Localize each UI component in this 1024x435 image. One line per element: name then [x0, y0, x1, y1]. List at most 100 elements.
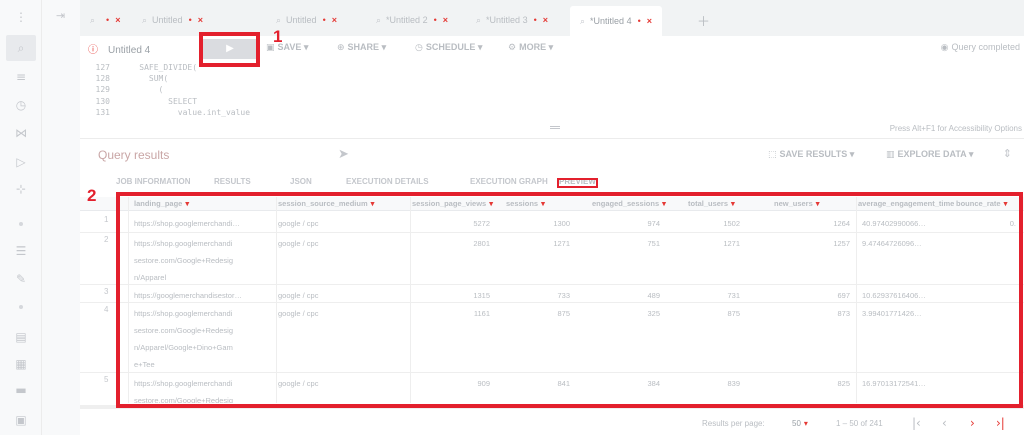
editor-tab-strip: ⌕ • × ⌕ Untitled • × ⌕ Untitled • × ⌕ *Untitled 2… — [80, 0, 1024, 36]
line-number: 127 — [95, 63, 110, 72]
share-label: SHARE — [347, 42, 380, 52]
close-icon[interactable]: × — [543, 15, 548, 25]
tab-icon: ⌕ — [580, 17, 586, 27]
settings-icon[interactable]: ✎ — [14, 272, 28, 286]
tab-dot-icon: • — [637, 16, 641, 26]
rail-divider-dot — [19, 305, 23, 309]
tab-label: Untitled — [286, 15, 317, 25]
graph-icon[interactable]: ⊹ — [14, 182, 28, 196]
save-icon: ⬚ — [768, 150, 777, 160]
search-icon[interactable]: ⌕ — [6, 35, 36, 61]
rail-divider-dot — [19, 222, 23, 226]
tab-icon: ⌕ — [90, 16, 96, 26]
next-page-icon[interactable]: › — [970, 416, 975, 430]
results-tabs: JOB INFORMATION RESULTS JSON EXECUTION D… — [80, 177, 1024, 191]
check-circle-icon: ◉ — [940, 43, 949, 53]
list-icon[interactable]: ☰ — [14, 244, 28, 258]
left-nav-rail: ⋮ ⌕ ≡ ◷ ⋈ ▷ ⊹ ☰ ✎ ▤ ▦ ▬ ▣ — [0, 0, 42, 435]
share-icon[interactable]: ⋈ — [14, 126, 28, 140]
per-page-select[interactable]: 50 ▾ — [792, 419, 808, 428]
tab-results[interactable]: RESULTS — [214, 177, 251, 186]
line-number: 128 — [95, 74, 110, 83]
tab-5[interactable]: ⌕ *Untitled 4 • × — [570, 6, 662, 36]
chart-icon[interactable]: ▤ — [14, 330, 28, 344]
storage-icon[interactable]: ▬ — [14, 383, 28, 397]
close-icon[interactable]: × — [115, 15, 120, 25]
code-line: ( — [120, 85, 164, 94]
code-line: SELECT — [120, 97, 198, 106]
tab-4[interactable]: ⌕ *Untitled 3 • × — [476, 8, 548, 32]
expand-icon[interactable]: ⇕ — [1003, 147, 1012, 160]
tab-0[interactable]: ⌕ • × — [90, 8, 120, 32]
explore-data-label: EXPLORE DATA — [897, 149, 967, 159]
tab-2[interactable]: ⌕ Untitled • × — [276, 8, 337, 32]
explore-data-button[interactable]: ▥ EXPLORE DATA ▾ — [886, 149, 973, 160]
tab-label: *Untitled 4 — [590, 16, 632, 26]
tab-dot-icon: • — [106, 15, 110, 25]
explorer-collapsed: ⇥ — [42, 0, 80, 435]
query-title: ⓘ Untitled 4 — [88, 41, 150, 56]
code-line: SAFE_DIVIDE( — [120, 63, 198, 72]
tab-execution-details[interactable]: EXECUTION DETAILS — [346, 177, 429, 186]
tab-execution-graph[interactable]: EXECUTION GRAPH — [470, 177, 548, 186]
query-status: ◉ Query completed — [941, 42, 1020, 53]
save-results-label: SAVE RESULTS — [779, 149, 848, 159]
tab-dot-icon: • — [433, 15, 437, 25]
resize-handle[interactable] — [550, 126, 560, 129]
pagination: Results per page: 50 ▾ 1 – 50 of 241 |‹ ‹… — [80, 416, 1024, 435]
line-number: 129 — [95, 85, 110, 94]
tab-json[interactable]: JSON — [290, 177, 312, 186]
history-icon[interactable]: ◷ — [14, 98, 28, 112]
line-number: 131 — [95, 108, 110, 117]
annotation-label-2: 2 — [87, 186, 97, 205]
close-icon[interactable]: × — [198, 15, 203, 25]
lines-icon[interactable]: ≡ — [14, 70, 28, 84]
tab-icon: ⌕ — [142, 16, 148, 26]
save-results-button[interactable]: ⬚ SAVE RESULTS ▾ — [768, 149, 854, 160]
annotation-box-table — [116, 192, 1023, 408]
close-icon[interactable]: × — [332, 15, 337, 25]
chart-icon: ▥ — [886, 150, 895, 160]
mouse-cursor-icon: ➤ — [338, 147, 349, 162]
schedule-button[interactable]: ◷ SCHEDULE ▾ — [415, 42, 482, 53]
info-icon: ⓘ — [88, 45, 98, 56]
pipeline-icon[interactable]: ▷ — [14, 155, 28, 169]
annotation-label-1: 1 — [273, 27, 283, 46]
results-title: Query results — [98, 148, 170, 162]
sql-editor[interactable]: 127 SAFE_DIVIDE( 128 SUM( 129 ( 130 SELE… — [80, 62, 1024, 134]
bigquery-console: ⋮ ⌕ ≡ ◷ ⋈ ▷ ⊹ ☰ ✎ ▤ ▦ ▬ ▣ ⇥ ⌕ • × ⌕ Untitle… — [0, 0, 1024, 435]
share-button[interactable]: ⊕ SHARE ▾ — [337, 42, 386, 53]
lock-icon[interactable]: ▣ — [14, 413, 28, 427]
new-tab-icon[interactable]: ＋ — [697, 11, 710, 30]
annotation-box-run — [199, 32, 260, 67]
menu-icon[interactable]: ⋮ — [14, 10, 28, 24]
annotation-box-preview-tab — [557, 178, 598, 188]
tab-label: *Untitled 2 — [386, 15, 428, 25]
expand-panel-icon[interactable]: ⇥ — [56, 9, 65, 22]
clock-icon: ◷ — [415, 43, 423, 53]
tab-icon: ⌕ — [276, 16, 282, 26]
more-button[interactable]: ⚙ MORE ▾ — [508, 42, 553, 53]
query-status-text: Query completed — [951, 42, 1020, 52]
more-label: MORE — [519, 42, 547, 52]
code-line: value.int_value — [120, 108, 251, 117]
line-number: 130 — [95, 97, 110, 106]
tab-dot-icon: • — [188, 15, 192, 25]
tab-label: *Untitled 3 — [486, 15, 528, 25]
tab-label: Untitled — [152, 15, 183, 25]
person-add-icon: ⊕ — [337, 43, 345, 53]
prev-page-icon[interactable]: ‹ — [942, 416, 947, 430]
accessibility-hint: Press Alt+F1 for Accessibility Options — [889, 124, 1022, 133]
chevron-down-icon: ▾ — [803, 419, 808, 428]
tab-job-information[interactable]: JOB INFORMATION — [116, 177, 191, 186]
close-icon[interactable]: × — [443, 15, 448, 25]
close-icon[interactable]: × — [647, 16, 652, 26]
first-page-icon[interactable]: |‹ — [912, 416, 921, 430]
last-page-icon[interactable]: ›| — [996, 416, 1005, 430]
page-range: 1 – 50 of 241 — [836, 419, 883, 428]
tab-icon: ⌕ — [376, 16, 382, 26]
tab-3[interactable]: ⌕ *Untitled 2 • × — [376, 8, 448, 32]
table-icon[interactable]: ▦ — [14, 357, 28, 371]
tab-1[interactable]: ⌕ Untitled • × — [142, 8, 203, 32]
per-page-value: 50 — [792, 419, 801, 428]
